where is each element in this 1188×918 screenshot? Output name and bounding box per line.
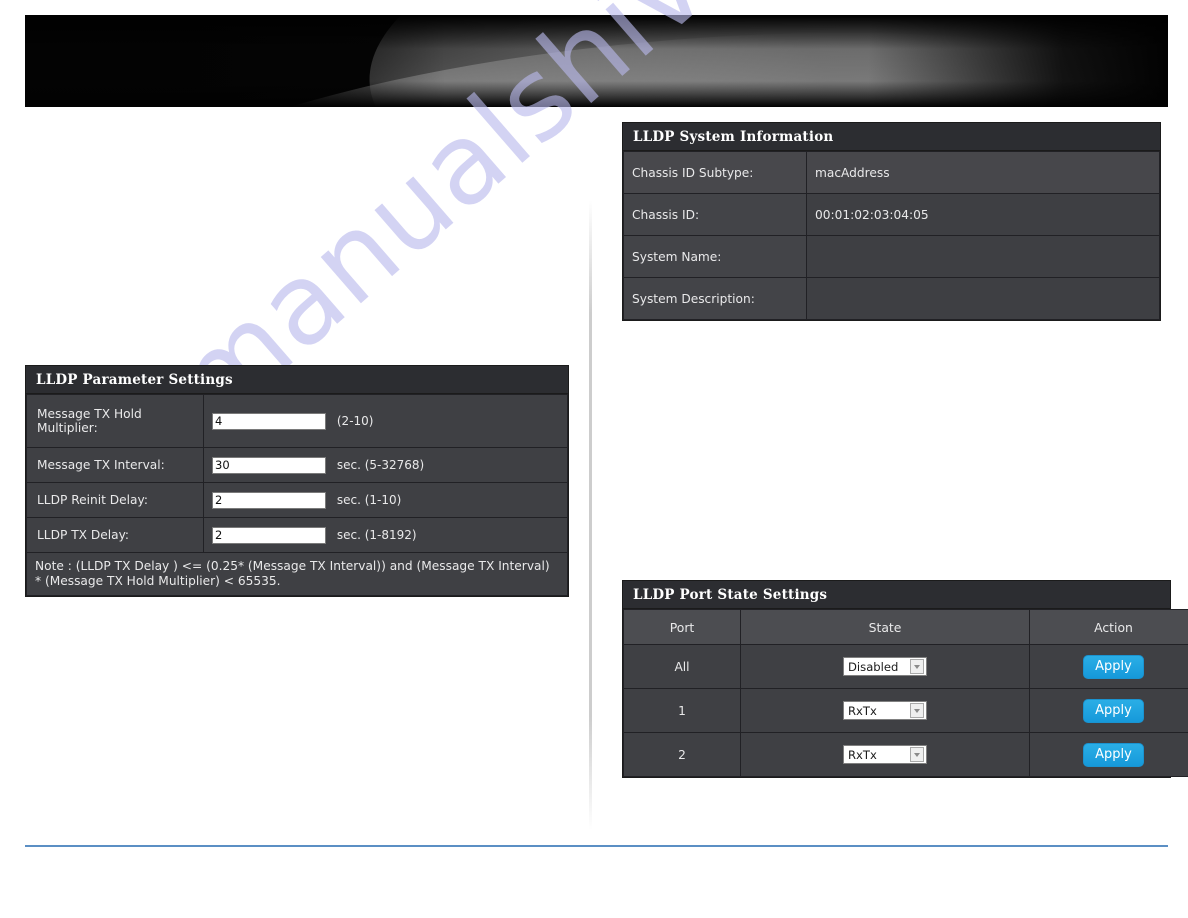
column-divider [589,200,592,830]
chevron-down-icon[interactable] [910,659,924,674]
table-row: All Disabled Apply [623,644,1188,689]
lldp-system-information-title: LLDP System Information [623,123,1160,151]
port-cell-2: 2 [623,732,741,777]
message-tx-interval-cell: sec. (5-32768) [203,447,568,483]
table-row: System Name: [623,235,1160,278]
lldp-reinit-delay-input[interactable] [212,491,326,509]
lldp-port-state-settings-table: Port State Action All Disabled Apply 1 R… [623,609,1188,777]
table-row: 2 RxTx Apply [623,732,1188,777]
state-select-all[interactable]: Disabled [843,657,927,676]
banner-top-fade [25,15,1168,49]
table-row: Message TX Interval: sec. (5-32768) [26,447,568,483]
lldp-reinit-delay-cell: sec. (1-10) [203,482,568,518]
system-name-label: System Name: [623,235,807,278]
system-description-value [806,277,1160,320]
lldp-port-state-settings-panel: LLDP Port State Settings Port State Acti… [622,580,1188,778]
lldp-reinit-delay-hint: sec. (1-10) [336,493,402,507]
lldp-system-information-table: Chassis ID Subtype: macAddress Chassis I… [623,151,1160,320]
action-cell-2: Apply [1029,732,1188,777]
lldp-parameter-settings-panel: LLDP Parameter Settings Message TX Hold … [25,365,569,597]
lldp-tx-delay-cell: sec. (1-8192) [203,517,568,553]
system-description-label: System Description: [623,277,807,320]
table-row: LLDP TX Delay: sec. (1-8192) [26,517,568,553]
state-select-1-value: RxTx [848,703,877,718]
action-cell-all: Apply [1029,644,1188,689]
state-select-2-value: RxTx [848,747,877,762]
column-header-port: Port [623,609,741,645]
state-cell-all: Disabled [740,644,1030,689]
chassis-id-value: 00:01:02:03:04:05 [806,193,1160,236]
apply-button-all[interactable]: Apply [1083,654,1144,679]
chassis-id-subtype-label: Chassis ID Subtype: [623,151,807,194]
message-tx-interval-input[interactable] [212,456,326,474]
lldp-port-state-settings-title: LLDP Port State Settings [623,581,1170,609]
table-header-row: Port State Action [623,609,1188,645]
lldp-parameter-settings-table: Message TX Hold Multiplier: (2-10) Messa… [26,394,568,596]
table-row: Chassis ID Subtype: macAddress [623,151,1160,194]
table-row: LLDP Reinit Delay: sec. (1-10) [26,482,568,518]
header-banner-image [25,15,1168,107]
port-cell-all: All [623,644,741,689]
apply-button-2[interactable]: Apply [1083,742,1144,767]
message-tx-hold-multiplier-cell: (2-10) [203,394,568,448]
message-tx-interval-label: Message TX Interval: [26,447,204,483]
lldp-parameter-settings-title: LLDP Parameter Settings [26,366,568,394]
chevron-down-icon[interactable] [910,747,924,762]
table-row: Message TX Hold Multiplier: (2-10) [26,394,568,448]
apply-button-1[interactable]: Apply [1083,698,1144,723]
message-tx-hold-multiplier-hint: (2-10) [336,414,374,428]
table-row: Note : (LLDP TX Delay ) <= (0.25* (Messa… [26,552,568,596]
lldp-reinit-delay-label: LLDP Reinit Delay: [26,482,204,518]
table-row: System Description: [623,277,1160,320]
lldp-tx-delay-hint: sec. (1-8192) [336,528,417,542]
state-select-all-value: Disabled [848,659,899,674]
message-tx-interval-hint: sec. (5-32768) [336,458,425,472]
port-cell-1: 1 [623,688,741,733]
chevron-down-icon[interactable] [910,703,924,718]
lldp-system-information-panel: LLDP System Information Chassis ID Subty… [622,122,1161,321]
footer-divider-rule [25,845,1168,847]
state-select-2[interactable]: RxTx [843,745,927,764]
chassis-id-label: Chassis ID: [623,193,807,236]
message-tx-hold-multiplier-input[interactable] [212,412,326,430]
message-tx-hold-multiplier-label: Message TX Hold Multiplier: [26,394,204,448]
chassis-id-subtype-value: macAddress [806,151,1160,194]
banner-bottom-fade [25,81,1168,107]
column-header-state: State [740,609,1030,645]
state-cell-2: RxTx [740,732,1030,777]
table-row: Chassis ID: 00:01:02:03:04:05 [623,193,1160,236]
state-cell-1: RxTx [740,688,1030,733]
table-row: 1 RxTx Apply [623,688,1188,733]
system-name-value [806,235,1160,278]
state-select-1[interactable]: RxTx [843,701,927,720]
lldp-parameter-settings-note: Note : (LLDP TX Delay ) <= (0.25* (Messa… [26,552,568,596]
column-header-action: Action [1029,609,1188,645]
lldp-tx-delay-label: LLDP TX Delay: [26,517,204,553]
action-cell-1: Apply [1029,688,1188,733]
lldp-tx-delay-input[interactable] [212,526,326,544]
